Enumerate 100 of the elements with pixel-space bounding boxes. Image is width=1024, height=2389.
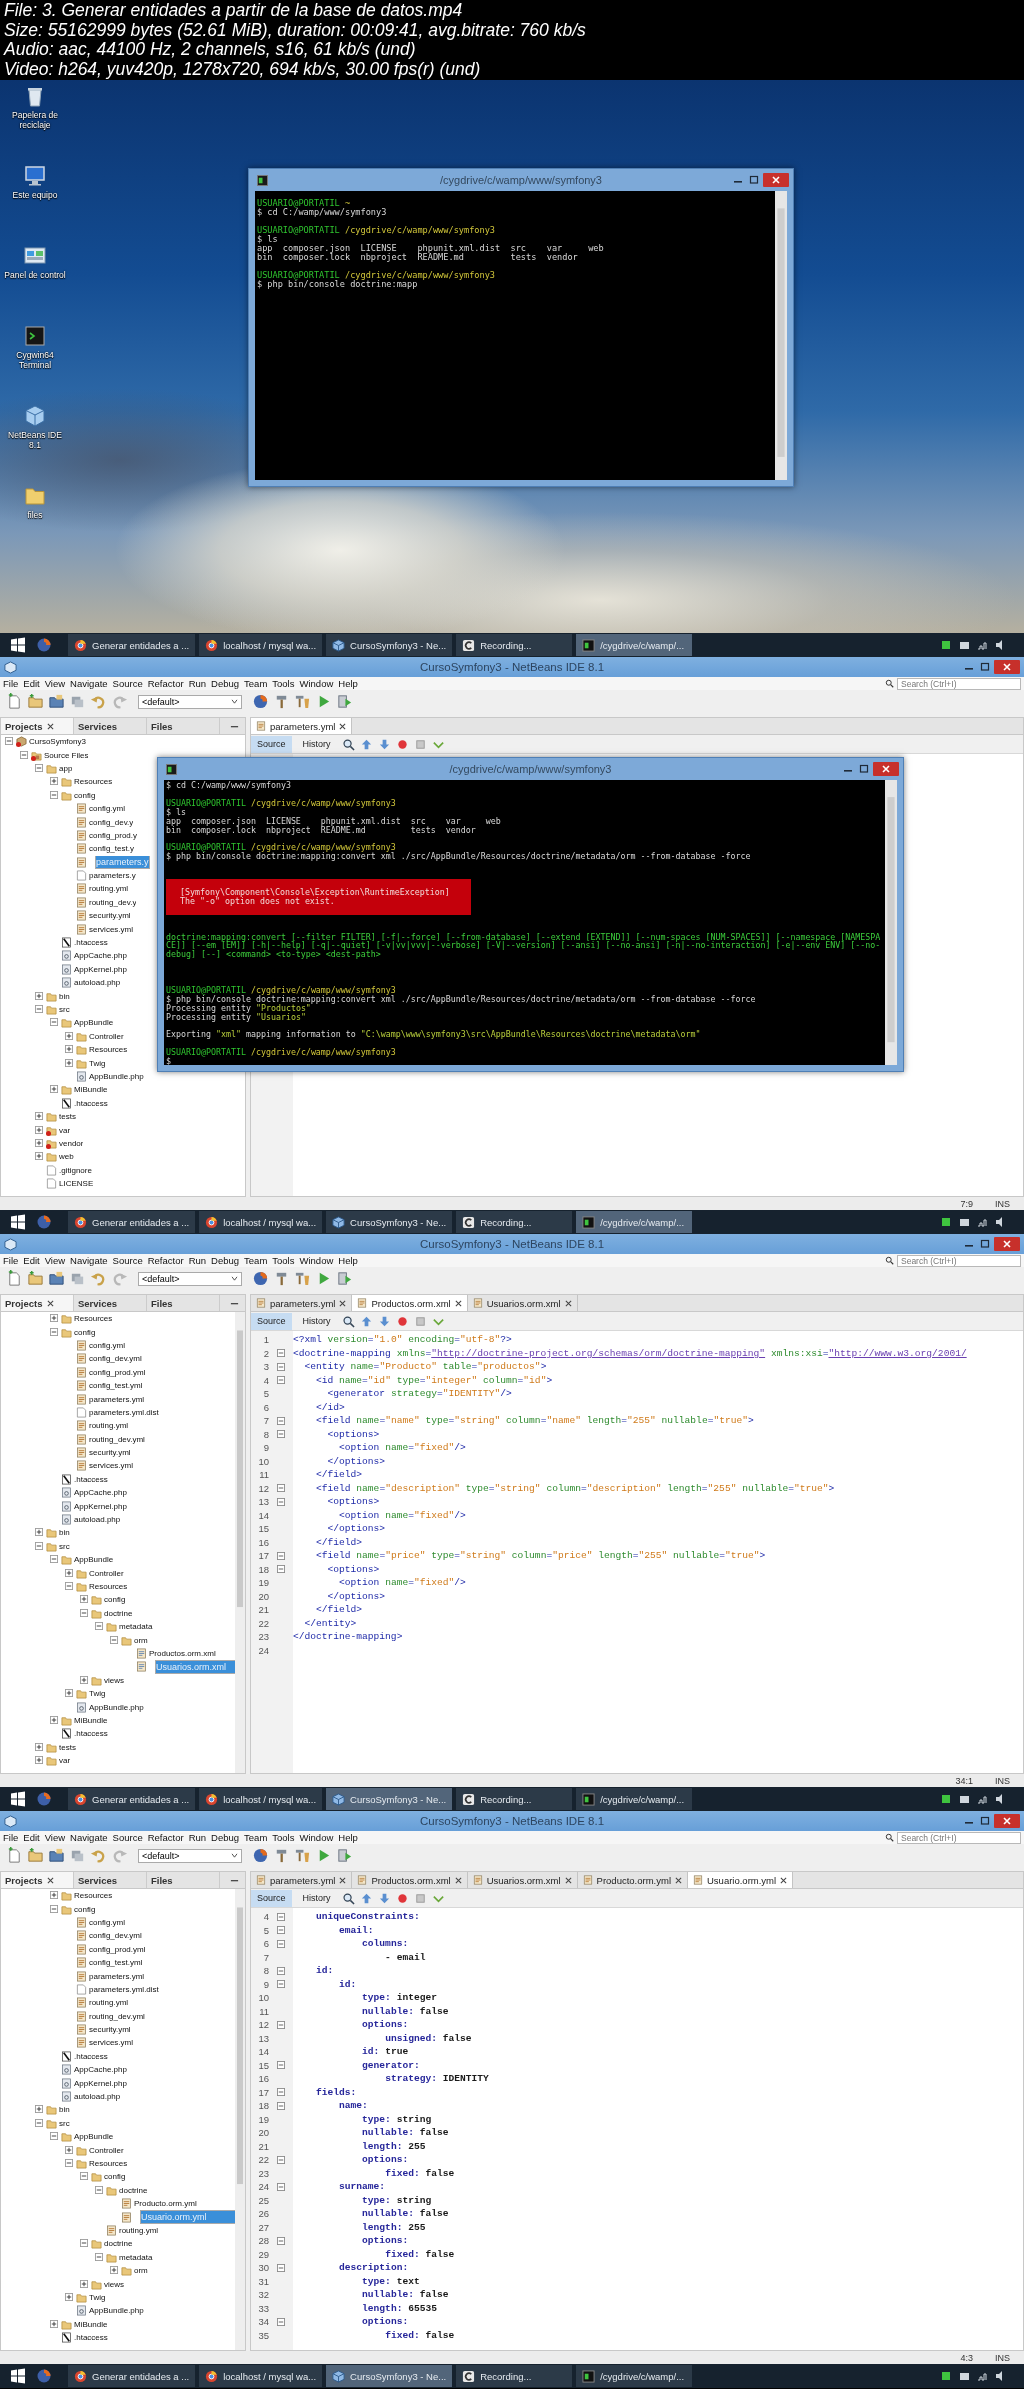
expand-icon[interactable] <box>50 1314 58 1323</box>
panel-tab[interactable]: Services <box>74 1872 147 1888</box>
tree-item[interactable]: routing.yml <box>1 2223 159 2238</box>
expand-icon[interactable] <box>35 1112 43 1121</box>
tree-item[interactable]: src <box>1 2116 70 2131</box>
tree-item[interactable]: AppKernel.php <box>1 1499 127 1513</box>
tree-item[interactable]: src <box>1 1539 70 1554</box>
tree-item[interactable]: parameters.yml <box>1 1969 145 1983</box>
tree-item[interactable]: config_test.yml <box>1 1378 143 1393</box>
close-icon[interactable] <box>46 1299 54 1307</box>
collapse-icon[interactable] <box>95 1622 103 1631</box>
record-icon[interactable] <box>395 1314 409 1328</box>
tree-item[interactable]: AppKernel.php <box>1 2076 127 2090</box>
tree-item[interactable]: routing_dev.y <box>1 895 137 910</box>
menu-item[interactable]: Debug <box>211 1255 240 1266</box>
new-project-icon[interactable] <box>27 693 44 710</box>
menu-item[interactable]: View <box>44 1255 66 1266</box>
tree-item[interactable]: metadata <box>1 2250 153 2264</box>
fold-icon[interactable] <box>277 1912 285 1921</box>
menu-item[interactable]: Refactor <box>147 1255 184 1266</box>
tree-item[interactable]: .htaccess <box>1 1096 108 1110</box>
menu-item[interactable]: File <box>3 1255 19 1266</box>
windows-start-icon[interactable] <box>10 1214 26 1230</box>
panel-tab[interactable]: Projects <box>1 1295 74 1311</box>
expand-icon[interactable] <box>50 2319 58 2328</box>
taskbar-button[interactable]: localhost / mysql wa... <box>199 1211 323 1233</box>
expand-icon[interactable] <box>35 1742 43 1751</box>
globe-icon[interactable] <box>252 693 269 710</box>
tree-item[interactable]: config <box>1 1325 96 1339</box>
tree-item[interactable]: bin <box>1 1526 70 1540</box>
fold-icon[interactable] <box>277 1966 285 1975</box>
panel-tab[interactable]: Services <box>74 718 147 734</box>
menu-item[interactable]: Help <box>338 1832 358 1843</box>
fold-icon[interactable] <box>277 1551 285 1560</box>
close-icon[interactable] <box>873 762 899 776</box>
desktop-shortcut[interactable]: Este equipo <box>0 164 70 244</box>
tree-item[interactable]: Twig <box>1 2290 106 2305</box>
view-tab[interactable]: Source <box>251 1889 292 1907</box>
tree-item[interactable]: views <box>1 1673 124 1687</box>
tree-item[interactable]: .htaccess <box>1 1727 108 1741</box>
taskbar-button[interactable]: /cygdrive/c/wamp/... <box>576 1788 693 1810</box>
maximize-icon[interactable] <box>978 1239 992 1249</box>
maximize-icon[interactable] <box>857 764 871 774</box>
menu-item[interactable]: Window <box>299 678 334 689</box>
collapse-icon[interactable] <box>35 763 43 772</box>
tree-item[interactable]: parameters.yml.dist <box>1 1405 159 1420</box>
tree-item[interactable]: Twig <box>1 1686 106 1701</box>
tree-item[interactable]: Twig <box>1 1056 106 1070</box>
editor-tab[interactable]: Productos.orm.xml <box>352 1872 468 1888</box>
new-file-icon[interactable] <box>6 693 23 710</box>
tree-item[interactable]: .htaccess <box>1 2049 108 2064</box>
editor-tab[interactable]: parameters.yml <box>251 718 353 734</box>
scrollbar[interactable] <box>235 1889 245 2350</box>
expand-icon[interactable] <box>65 2145 73 2154</box>
tree-item[interactable]: Controller <box>1 1566 124 1580</box>
tree-item[interactable]: config_dev.y <box>1 815 134 829</box>
expand-icon[interactable] <box>65 1568 73 1577</box>
menu-item[interactable]: Tools <box>272 678 295 689</box>
collapse-icon[interactable] <box>95 2252 103 2261</box>
taskbar-button[interactable]: Recording... <box>456 2365 573 2387</box>
tree-item[interactable]: Source Files <box>1 748 89 762</box>
panel-tab[interactable]: Files <box>147 1872 220 1888</box>
search-icon[interactable] <box>885 679 894 688</box>
record-icon[interactable] <box>395 1891 409 1905</box>
windows-start-icon[interactable] <box>10 637 26 653</box>
expand-icon[interactable] <box>65 2292 73 2301</box>
tree-item[interactable]: config_test.y <box>1 842 134 856</box>
close-icon[interactable] <box>46 722 54 730</box>
tree-item[interactable]: config <box>1 788 96 802</box>
menu-item[interactable]: Debug <box>211 1832 240 1843</box>
configuration-dropdown[interactable]: <default> <box>138 694 242 709</box>
browser-icon[interactable] <box>36 1214 52 1230</box>
tree-item[interactable]: tests <box>1 1740 76 1754</box>
expand-icon[interactable] <box>65 1058 73 1067</box>
menu-item[interactable]: File <box>3 678 19 689</box>
fold-icon[interactable] <box>277 1497 285 1506</box>
new-file-icon[interactable] <box>6 1847 23 1864</box>
expand-icon[interactable] <box>35 1138 43 1147</box>
tree-item[interactable]: AppBundle <box>1 2130 114 2144</box>
close-icon[interactable] <box>339 722 347 730</box>
tree-item[interactable]: Resources <box>1 1579 128 1594</box>
menu-item[interactable]: Navigate <box>70 1832 108 1843</box>
tree-item[interactable]: MiBundle <box>1 1713 108 1728</box>
tree-item[interactable]: web <box>1 1150 74 1164</box>
tree-item[interactable]: tests <box>1 1109 76 1124</box>
tree-item[interactable]: doctrine <box>1 1606 133 1620</box>
tree-item[interactable]: config <box>1 1593 126 1607</box>
fold-icon[interactable] <box>277 2236 285 2245</box>
close-icon[interactable] <box>994 1237 1020 1251</box>
expand-icon[interactable] <box>80 1675 88 1684</box>
close-icon[interactable] <box>339 1299 347 1307</box>
fold-icon[interactable] <box>277 1484 285 1493</box>
view-tab[interactable]: History <box>296 735 337 753</box>
close-icon[interactable] <box>994 660 1020 674</box>
search-field[interactable]: Search (Ctrl+I) <box>897 677 1021 690</box>
tree-item[interactable]: metadata <box>1 1620 153 1634</box>
collapse-icon[interactable] <box>65 1582 73 1590</box>
windows-start-icon[interactable] <box>10 1791 26 1807</box>
fold-icon[interactable] <box>277 2155 285 2164</box>
search-field[interactable]: Search (Ctrl+I) <box>897 1254 1021 1267</box>
